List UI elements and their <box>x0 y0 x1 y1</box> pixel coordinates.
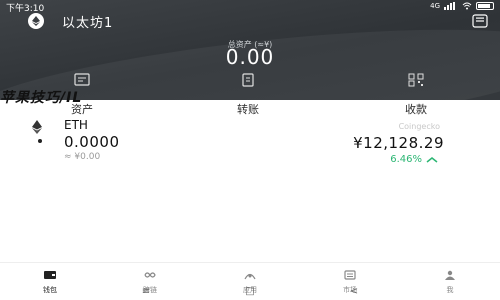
receive-button[interactable]: 收款 <box>386 72 446 117</box>
battery-icon <box>476 2 494 10</box>
system-menu-button[interactable]: ≡ <box>136 286 156 300</box>
apps-icon <box>244 273 256 280</box>
profile-icon <box>445 270 455 280</box>
asset-price: ¥12,128.29 <box>353 134 444 152</box>
price-source: Coingecko <box>398 122 440 131</box>
title-row: 以太坊1 <box>0 10 500 31</box>
ethereum-small-icon <box>32 16 40 26</box>
bullet-dot <box>38 139 42 143</box>
price-change-value: 6.46% <box>390 154 422 165</box>
asset-amount: 0.0000 <box>64 133 120 151</box>
avatar-icon[interactable] <box>28 13 44 29</box>
bottom-nav: 钱包 跨链 应用 市场 我 <box>0 262 500 294</box>
assets-icon <box>74 73 90 86</box>
status-icons: 4G <box>430 2 494 10</box>
receive-icon <box>408 73 424 87</box>
system-home-button[interactable]: □ <box>240 286 260 300</box>
signal-icon <box>444 2 458 10</box>
ethereum-icon <box>32 120 42 134</box>
market-icon <box>344 270 356 280</box>
asset-fiat-value: ≈ ¥0.00 <box>64 152 101 162</box>
wallet-name[interactable]: 以太坊1 <box>62 12 113 31</box>
network-label: 4G <box>430 2 440 10</box>
total-assets-value: 0.00 <box>225 45 275 69</box>
watermark-text: 苹果技巧/IL <box>0 90 83 106</box>
system-nav-bar: ≡ □ < <box>0 286 500 300</box>
scan-icon[interactable] <box>472 14 488 28</box>
wallet-icon <box>44 271 56 279</box>
wifi-icon <box>462 2 472 10</box>
asset-symbol: ETH <box>64 118 88 132</box>
asset-row-eth[interactable]: ETH 0.0000 ≈ ¥0.00 Coingecko ¥12,128.29 … <box>0 112 500 165</box>
system-back-button[interactable]: < <box>344 286 364 300</box>
transfer-button[interactable]: 转账 <box>218 72 278 117</box>
arrow-up-icon <box>426 156 438 163</box>
cross-chain-icon <box>144 272 156 278</box>
transfer-icon <box>242 73 254 87</box>
price-change: 6.46% <box>390 154 438 165</box>
